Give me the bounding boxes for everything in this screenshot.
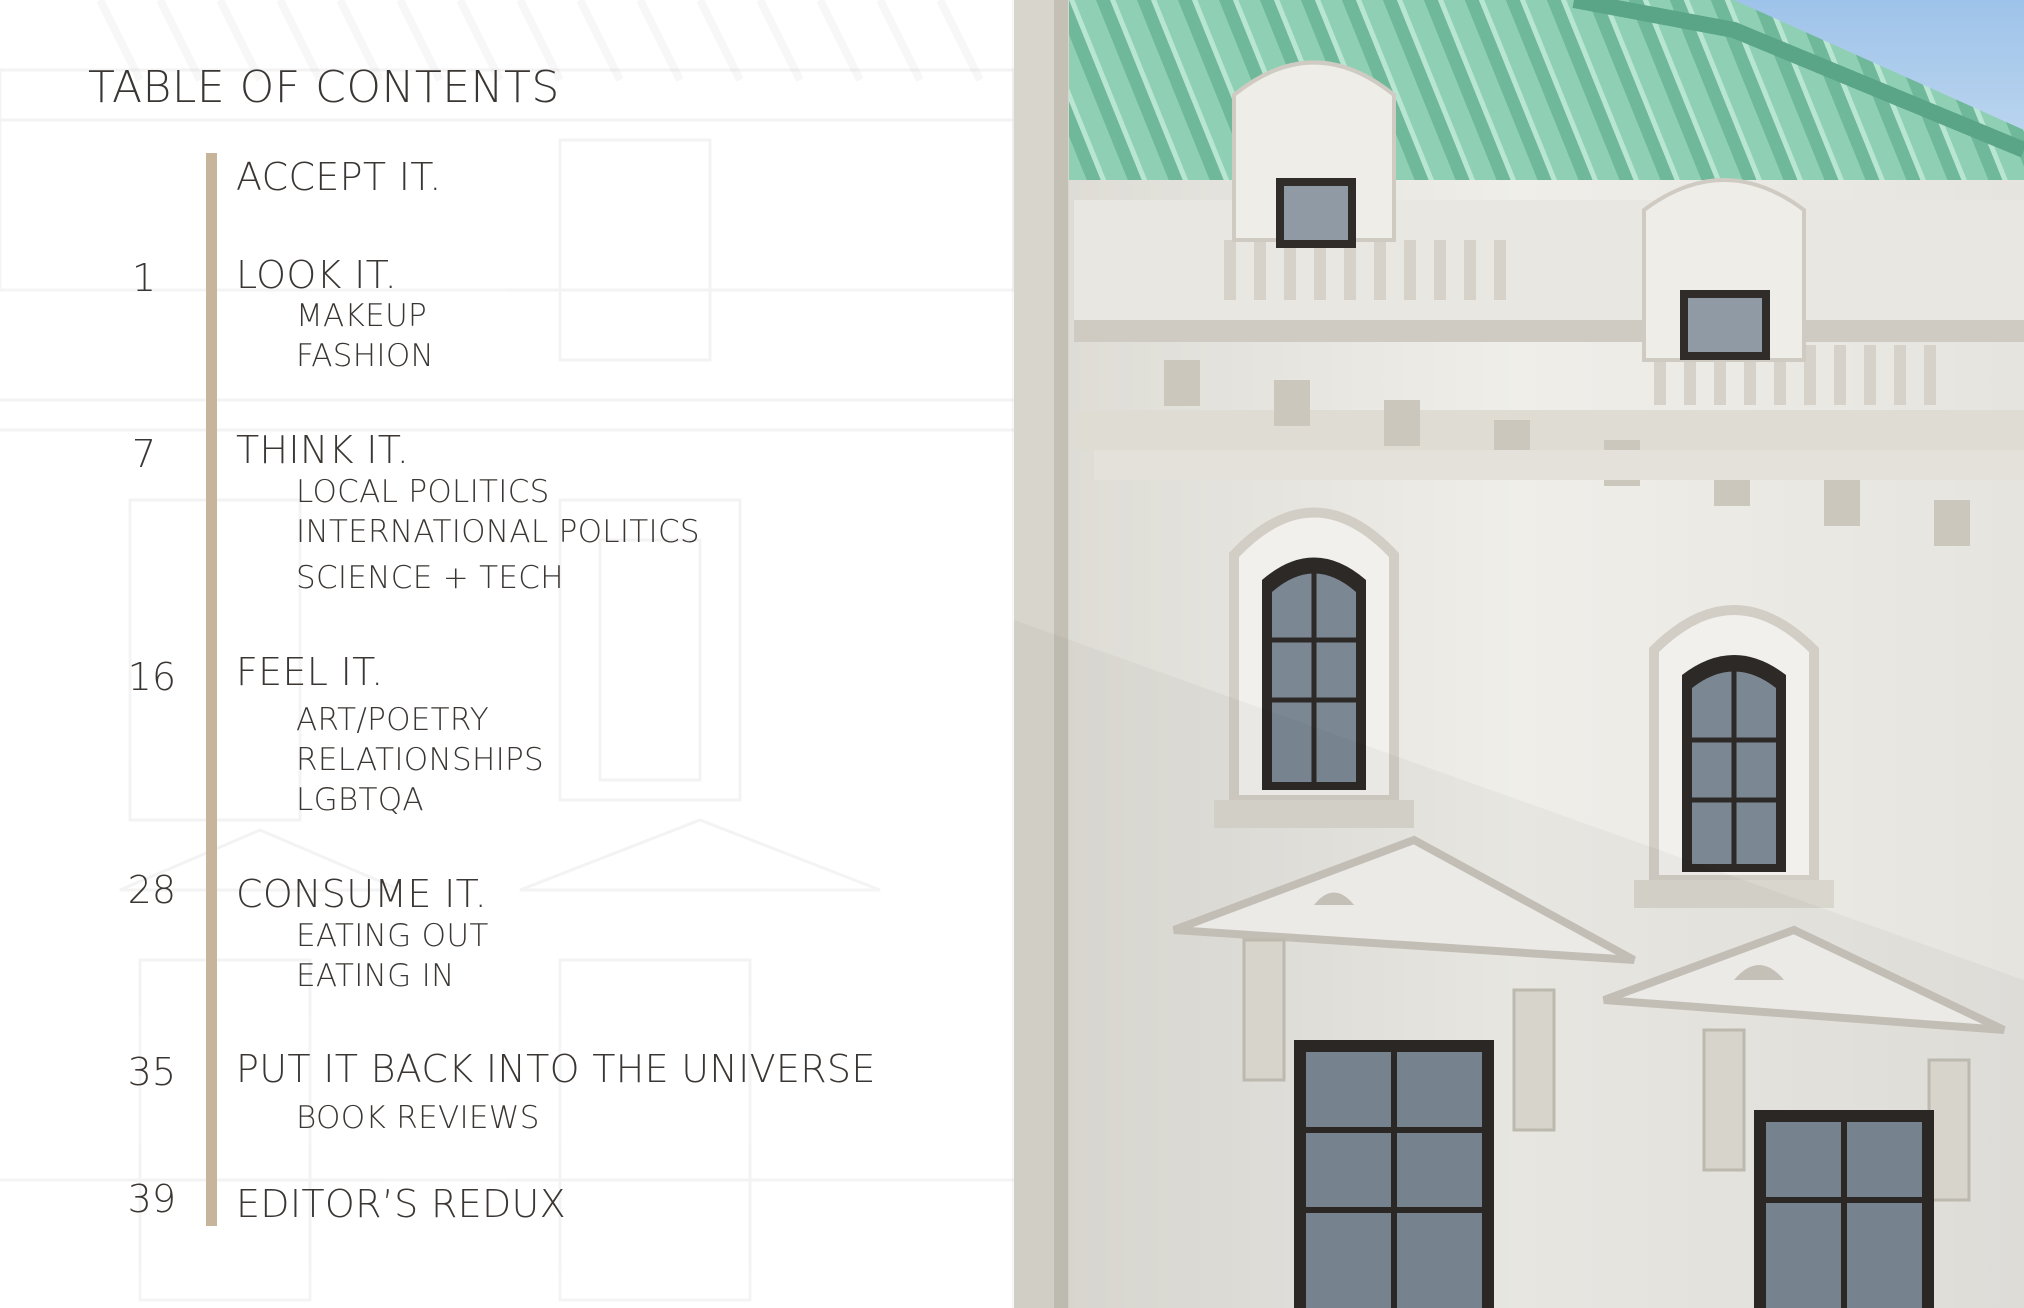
toc-section-title[interactable]: EDITOR’S REDUX <box>236 1182 566 1226</box>
toc-subsection[interactable]: EATING IN <box>296 958 455 994</box>
toc-section-title[interactable]: FEEL IT. <box>236 650 384 694</box>
table-of-contents-page: TABLE OF CONTENTS ACCEPT IT. 1 LOOK IT. … <box>0 0 1014 1308</box>
toc-subsection[interactable]: SCIENCE + TECH <box>296 560 564 596</box>
toc-page-number: 1 <box>131 256 156 300</box>
toc-subsection[interactable]: MAKEUP <box>296 298 427 334</box>
toc-page-number: 28 <box>127 868 176 912</box>
toc-subsection[interactable]: LOCAL POLITICS <box>296 474 550 510</box>
toc-subsection[interactable]: RELATIONSHIPS <box>296 742 544 778</box>
toc-accent-bar <box>206 153 217 1226</box>
toc-section-title[interactable]: LOOK IT. <box>236 253 397 297</box>
toc-page-number: 39 <box>127 1177 176 1221</box>
toc-page-number: 16 <box>127 655 176 699</box>
toc-subsection[interactable]: LGBTQA <box>296 782 424 818</box>
building-facade-photo <box>1014 0 2024 1308</box>
toc-heading: TABLE OF CONTENTS <box>88 62 560 113</box>
toc-subsection[interactable]: EATING OUT <box>296 918 489 954</box>
toc-section-title[interactable]: CONSUME IT. <box>236 872 487 916</box>
toc-page-number: 7 <box>131 432 156 476</box>
magazine-spread: TABLE OF CONTENTS ACCEPT IT. 1 LOOK IT. … <box>0 0 2024 1308</box>
toc-page-number: 35 <box>127 1050 176 1094</box>
toc-subsection[interactable]: FASHION <box>296 338 434 374</box>
toc-subsection[interactable]: ART/POETRY <box>296 702 489 738</box>
toc-section-title[interactable]: THINK IT. <box>236 428 409 472</box>
toc-section-title[interactable]: ACCEPT IT. <box>236 155 442 199</box>
toc-subsection[interactable]: INTERNATIONAL POLITICS <box>296 514 700 550</box>
building-illustration <box>1014 0 2024 1308</box>
toc-subsection[interactable]: BOOK REVIEWS <box>296 1100 540 1136</box>
toc-section-title[interactable]: PUT IT BACK INTO THE UNIVERSE <box>236 1047 876 1091</box>
